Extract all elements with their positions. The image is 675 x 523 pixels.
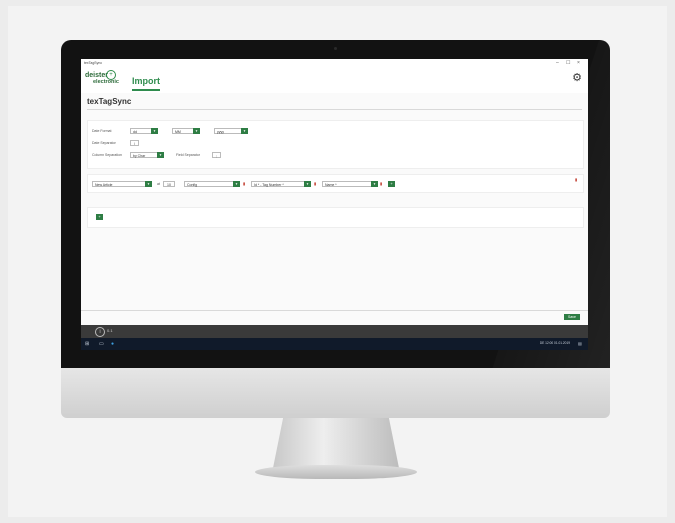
chevron-down-icon: ▾ [145, 181, 152, 187]
tray-date: 01.01.2019 [554, 341, 570, 345]
column-separation-select[interactable]: by Char ▾ [130, 152, 164, 158]
window-titlebar: texTagSync – ☐ × [81, 59, 588, 67]
notification-icon[interactable]: ▤ [578, 340, 582, 348]
type-select[interactable]: Config ▾ [184, 181, 240, 187]
info-bar: i 0.1 [81, 325, 588, 338]
name-select-value: Name * [325, 183, 337, 187]
logo-line2: electronic [93, 79, 119, 85]
title-divider [87, 109, 582, 110]
date-format-day-value: dd [133, 130, 137, 134]
maximize-button[interactable]: ☐ [566, 59, 570, 67]
format-settings-panel: Date Format dd ▾ MM ▾ yyyy ▾ Date Separa… [87, 120, 584, 169]
field-select[interactable]: New Article ▾ [92, 181, 152, 187]
windows-taskbar: ⊞ ▭ ● DE 12:00 01.01.2019 ▤ [81, 338, 588, 350]
date-format-day-select[interactable]: dd ▾ [130, 128, 158, 134]
trash-icon[interactable]: ▮ [314, 181, 316, 187]
date-separator-input[interactable]: / [130, 140, 139, 146]
date-separator-label: Date Separator [92, 141, 116, 145]
field-separator-label: Field Separator [176, 153, 200, 157]
trash-icon[interactable]: ▮ [380, 181, 382, 187]
camera-dot [334, 47, 337, 50]
date-format-month-value: MM [175, 130, 181, 134]
date-format-year-value: yyyy [217, 130, 224, 134]
app-screen: texTagSync – ☐ × deister electronic + Im… [81, 59, 588, 350]
date-format-year-select[interactable]: yyyy ▾ [214, 128, 248, 134]
monitor-stand [273, 418, 399, 468]
column-separation-label: Column Separation [92, 153, 122, 157]
chevron-down-icon: ▾ [304, 181, 311, 187]
at-label: at [157, 182, 160, 186]
tag-select-value: Id * - Tag Number * [254, 183, 284, 187]
page-title: texTagSync [87, 97, 132, 106]
settings-gear-icon[interactable]: ⚙ [572, 73, 582, 84]
logo-mark-icon: + [106, 70, 116, 80]
trash-icon[interactable]: ▮ [243, 181, 245, 187]
mapping-row-panel: New Article ▾ at 10 Config ▾ ▮ Id * - Ta… [87, 174, 584, 193]
column-separation-value: by Char [133, 154, 146, 158]
close-button[interactable]: × [577, 59, 580, 67]
chevron-down-icon: ▾ [371, 181, 378, 187]
chevron-down-icon: ▾ [241, 128, 248, 134]
add-row-button[interactable]: + [96, 214, 103, 220]
date-format-label: Date Format [92, 129, 112, 133]
name-select[interactable]: Name * ▾ [322, 181, 378, 187]
add-column-button[interactable]: + [388, 181, 395, 187]
task-view-icon[interactable]: ▭ [99, 340, 104, 348]
tab-import[interactable]: Import [132, 76, 160, 91]
monitor-chin [61, 368, 610, 418]
chevron-down-icon: ▾ [151, 128, 158, 134]
system-tray: DE 12:00 01.01.2019 [540, 341, 570, 345]
version-label: 0.1 [107, 328, 113, 333]
field-separator-input[interactable]: ; [212, 152, 221, 158]
windows-start-icon[interactable]: ⊞ [85, 340, 89, 348]
type-select-value: Config [187, 183, 198, 187]
window-title: texTagSync [84, 61, 103, 65]
delete-row-trash-icon[interactable]: ▮ [575, 177, 577, 183]
info-icon[interactable]: i [95, 327, 105, 337]
footer-divider [81, 310, 588, 311]
minimize-button[interactable]: – [556, 59, 559, 67]
chevron-down-icon: ▾ [157, 152, 164, 158]
save-button[interactable]: Save [564, 314, 580, 320]
tray-clock: DE 12:00 [539, 341, 554, 345]
add-row-panel: + [87, 207, 584, 228]
tag-select[interactable]: Id * - Tag Number * ▾ [251, 181, 311, 187]
chevron-down-icon: ▾ [193, 128, 200, 134]
monitor-foot [255, 465, 417, 479]
logo: deister electronic + [85, 70, 119, 85]
chevron-down-icon: ▾ [233, 181, 240, 187]
app-header: deister electronic + Import ⚙ [81, 67, 588, 93]
date-format-month-select[interactable]: MM ▾ [172, 128, 200, 134]
position-input[interactable]: 10 [163, 181, 175, 187]
field-select-value: New Article [95, 183, 113, 187]
app-taskbar-icon[interactable]: ● [111, 340, 114, 348]
